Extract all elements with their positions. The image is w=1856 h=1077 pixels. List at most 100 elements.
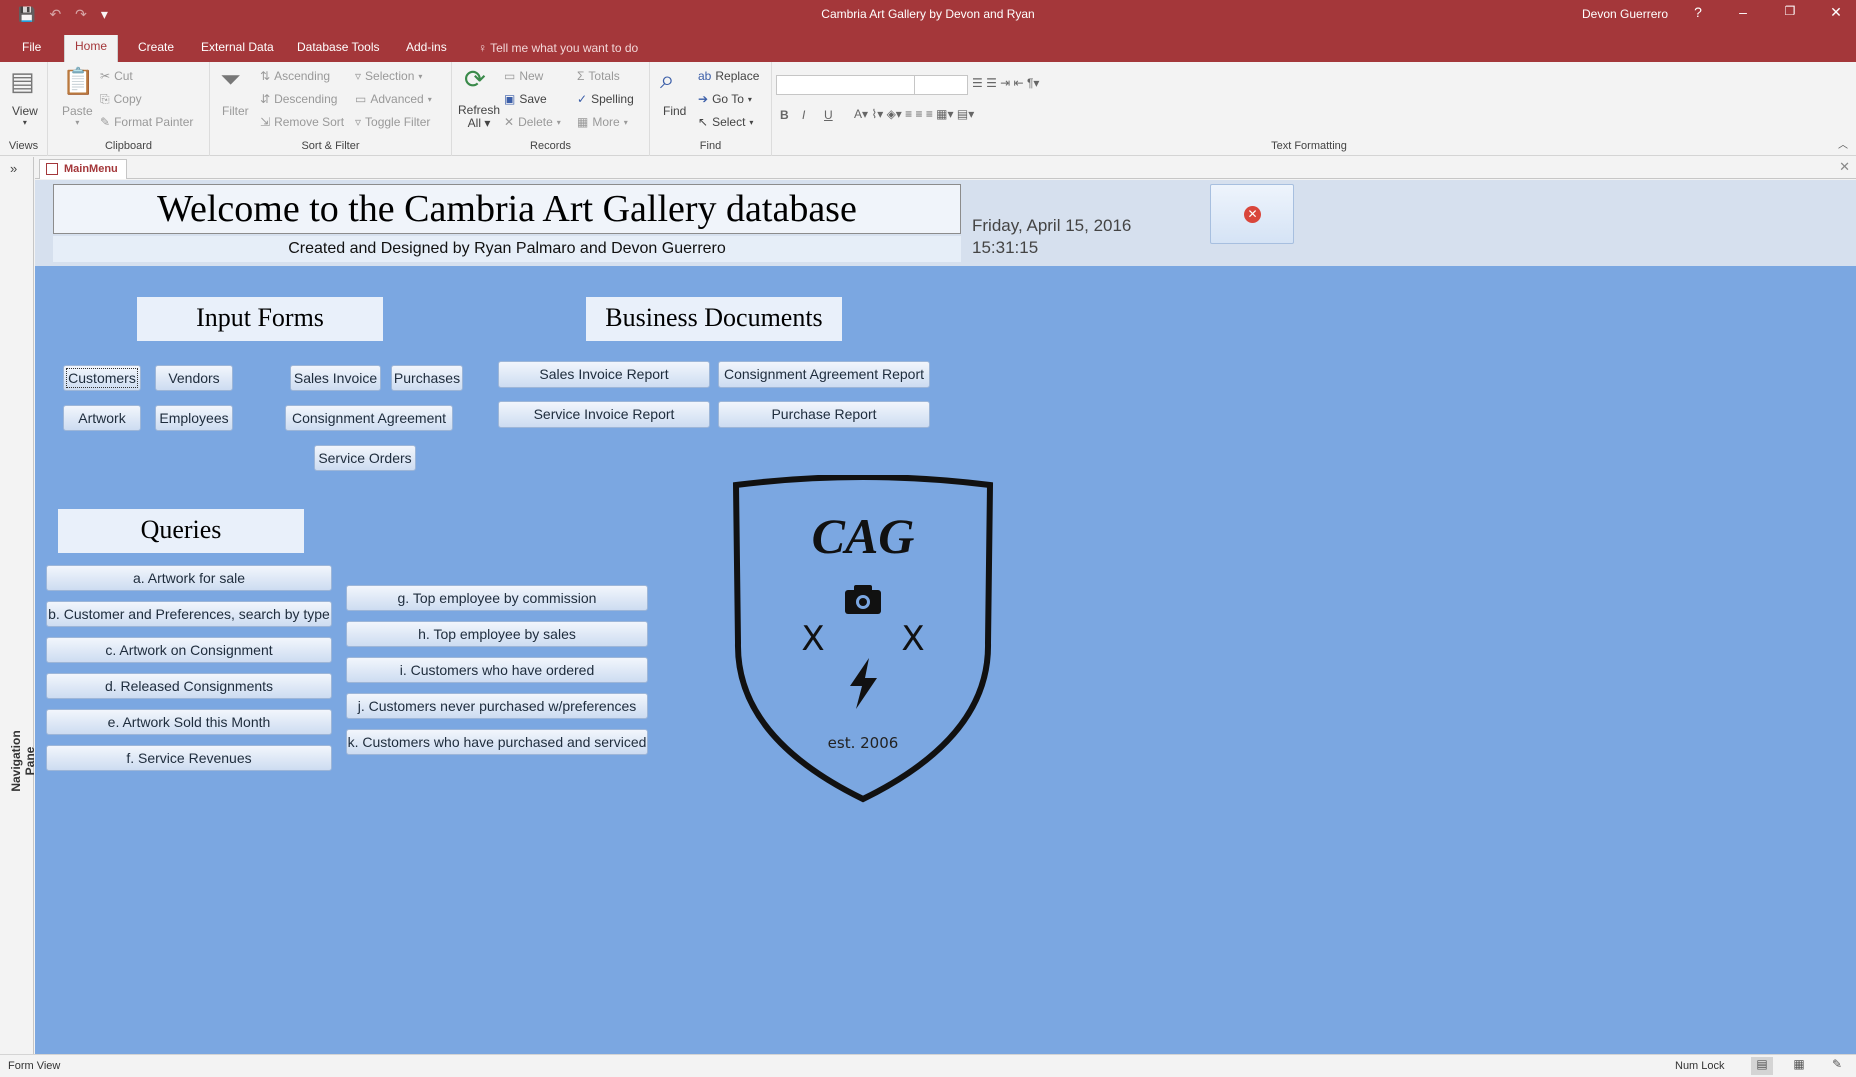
employees-button[interactable]: Employees	[155, 405, 233, 431]
query-h-button[interactable]: h. Top employee by sales	[346, 621, 648, 647]
cursor-icon: ↖	[698, 115, 709, 129]
navigation-pane-label[interactable]: Navigation Pane	[9, 716, 37, 806]
restore-button[interactable]: ❐	[1780, 4, 1800, 18]
italic-button[interactable]: I	[802, 108, 805, 122]
view-button[interactable]: View ▾	[12, 104, 38, 127]
help-button[interactable]: ?	[1688, 4, 1708, 20]
close-document-icon[interactable]: ✕	[1839, 159, 1850, 175]
more-button[interactable]: ▦ More ▾	[577, 115, 628, 129]
filter-button[interactable]: Filter	[222, 104, 249, 118]
consignment-agreement-button[interactable]: Consignment Agreement	[285, 405, 453, 431]
tab-file[interactable]: File	[12, 36, 51, 62]
close-form-button[interactable]: ✕	[1210, 184, 1294, 244]
advanced-filter-icon: ▭	[355, 92, 367, 106]
expand-nav-icon[interactable]: »	[10, 161, 17, 176]
query-c-button[interactable]: c. Artwork on Consignment	[46, 637, 332, 663]
advanced-button[interactable]: ▭ Advanced ▾	[355, 92, 432, 106]
layout-view-icon[interactable]: ▦	[1788, 1057, 1810, 1075]
minimize-button[interactable]: –	[1733, 4, 1753, 20]
copy-button[interactable]: ⎘ Copy	[100, 92, 142, 106]
main-menu-form: Welcome to the Cambria Art Gallery datab…	[35, 180, 1856, 1054]
collapse-ribbon-icon[interactable]: ︿	[1838, 136, 1848, 151]
find-group-label: Find	[699, 140, 722, 152]
brush-icon: ✎	[100, 115, 111, 129]
refresh-all-button[interactable]: Refresh All ▾	[458, 104, 500, 130]
delete-icon: ✕	[504, 115, 515, 129]
underline-button[interactable]: U	[824, 108, 833, 122]
clipboard-group: 📋 Paste ▾ ✂ Cut ⎘ Copy ✎ Format Painter Clip…	[48, 62, 210, 156]
go-to-button[interactable]: ➔ Go To ▾	[698, 92, 752, 106]
paste-icon: 📋	[62, 66, 95, 96]
font-name-box[interactable]	[776, 75, 916, 95]
query-b-button[interactable]: b. Customer and Preferences, search by t…	[46, 601, 332, 627]
tab-add-ins[interactable]: Add-ins	[396, 36, 457, 62]
input-forms-heading: Input Forms	[137, 297, 383, 341]
totals-button[interactable]: Σ Totals	[577, 69, 620, 83]
replace-button[interactable]: ab Replace	[698, 69, 759, 83]
save-icon: ▣	[504, 92, 516, 106]
tab-database-tools[interactable]: Database Tools	[287, 36, 390, 62]
bold-button[interactable]: B	[780, 108, 789, 122]
query-k-button[interactable]: k. Customers who have purchased and serv…	[346, 729, 648, 755]
paste-button[interactable]: Paste ▾	[62, 104, 93, 127]
purchase-report-button[interactable]: Purchase Report	[718, 401, 930, 428]
tab-mainmenu[interactable]: MainMenu	[39, 159, 127, 179]
font-color-icon[interactable]: A▾ ⌇▾ ◈▾ ≡ ≡ ≡ ▦▾ ▤▾	[854, 107, 974, 121]
close-window-button[interactable]: ✕	[1826, 4, 1846, 21]
camera-icon	[845, 585, 881, 614]
purchases-button[interactable]: Purchases	[391, 365, 463, 391]
query-i-button[interactable]: i. Customers who have ordered	[346, 657, 648, 683]
query-j-button[interactable]: j. Customers never purchased w/preferenc…	[346, 693, 648, 719]
remove-sort-button[interactable]: ⇲ Remove Sort	[260, 115, 344, 129]
find-button[interactable]: Find	[663, 104, 686, 118]
new-icon: ▭	[504, 69, 516, 83]
tab-create[interactable]: Create	[128, 36, 184, 62]
spelling-button[interactable]: ✓ Spelling	[577, 92, 634, 106]
service-orders-button[interactable]: Service Orders	[314, 445, 416, 471]
service-invoice-report-button[interactable]: Service Invoice Report	[498, 401, 710, 428]
artwork-button[interactable]: Artwork	[63, 405, 141, 431]
ascending-button[interactable]: ⇅ Ascending	[260, 69, 330, 83]
query-f-button[interactable]: f. Service Revenues	[46, 745, 332, 771]
query-g-button[interactable]: g. Top employee by commission	[346, 585, 648, 611]
user-name[interactable]: Devon Guerrero	[1582, 7, 1668, 21]
format-painter-button[interactable]: ✎ Format Painter	[100, 115, 193, 129]
select-button[interactable]: ↖ Select ▾	[698, 115, 753, 129]
query-d-button[interactable]: d. Released Consignments	[46, 673, 332, 699]
selection-button[interactable]: ▿ Selection ▾	[355, 69, 422, 83]
new-record-button[interactable]: ▭ New	[504, 69, 543, 83]
query-e-button[interactable]: e. Artwork Sold this Month	[46, 709, 332, 735]
consignment-agreement-report-button[interactable]: Consignment Agreement Report	[718, 361, 930, 388]
text-formatting-group-label: Text Formatting	[1271, 140, 1347, 152]
records-group-label: Records	[530, 140, 571, 152]
logo-established: est. 2006	[828, 734, 899, 752]
remove-sort-icon: ⇲	[260, 115, 271, 129]
toggle-filter-button[interactable]: ▿ Toggle Filter	[355, 115, 430, 129]
cut-button[interactable]: ✂ Cut	[100, 69, 133, 83]
delete-record-button[interactable]: ✕ Delete ▾	[504, 115, 561, 129]
design-view-icon[interactable]: ✎	[1826, 1057, 1848, 1075]
current-time: 15:31:15	[972, 238, 1039, 257]
sort-desc-icon: ⇵	[260, 92, 271, 106]
form-icon	[46, 163, 58, 175]
magnifier-icon: ⌕	[660, 64, 675, 94]
customers-button[interactable]: Customers	[63, 365, 141, 391]
vendors-button[interactable]: Vendors	[155, 365, 233, 391]
text-formatting-group: ☰ ☰ ⇥ ⇤ ¶▾ B I U A▾ ⌇▾ ◈▾ ≡ ≡ ≡ ▦▾ ▤▾ Te…	[772, 62, 1846, 156]
sales-invoice-report-button[interactable]: Sales Invoice Report	[498, 361, 710, 388]
views-group: ▤ View ▾ Views	[0, 62, 48, 156]
save-record-button[interactable]: ▣ Save	[504, 92, 547, 106]
form-view-icon[interactable]: ▤	[1751, 1057, 1773, 1075]
clipboard-group-label: Clipboard	[104, 140, 153, 152]
navigation-pane[interactable]: » Navigation Pane	[0, 157, 37, 1054]
bullets-icon[interactable]: ☰ ☰ ⇥ ⇤ ¶▾	[972, 76, 1039, 90]
font-size-box[interactable]	[914, 75, 968, 95]
records-group: ⟳ Refresh All ▾ ▭ New ▣ Save ✕ Delete ▾ Σ Tota…	[452, 62, 650, 156]
tell-me-box[interactable]: ♀ Tell me what you want to do	[478, 41, 638, 55]
tab-home[interactable]: Home	[64, 35, 119, 62]
sales-invoice-button[interactable]: Sales Invoice	[290, 365, 381, 391]
query-a-button[interactable]: a. Artwork for sale	[46, 565, 332, 591]
descending-button[interactable]: ⇵ Descending	[260, 92, 337, 106]
tab-external-data[interactable]: External Data	[191, 36, 284, 62]
ribbon-tabs: File Home Create External Data Database …	[0, 30, 1856, 62]
